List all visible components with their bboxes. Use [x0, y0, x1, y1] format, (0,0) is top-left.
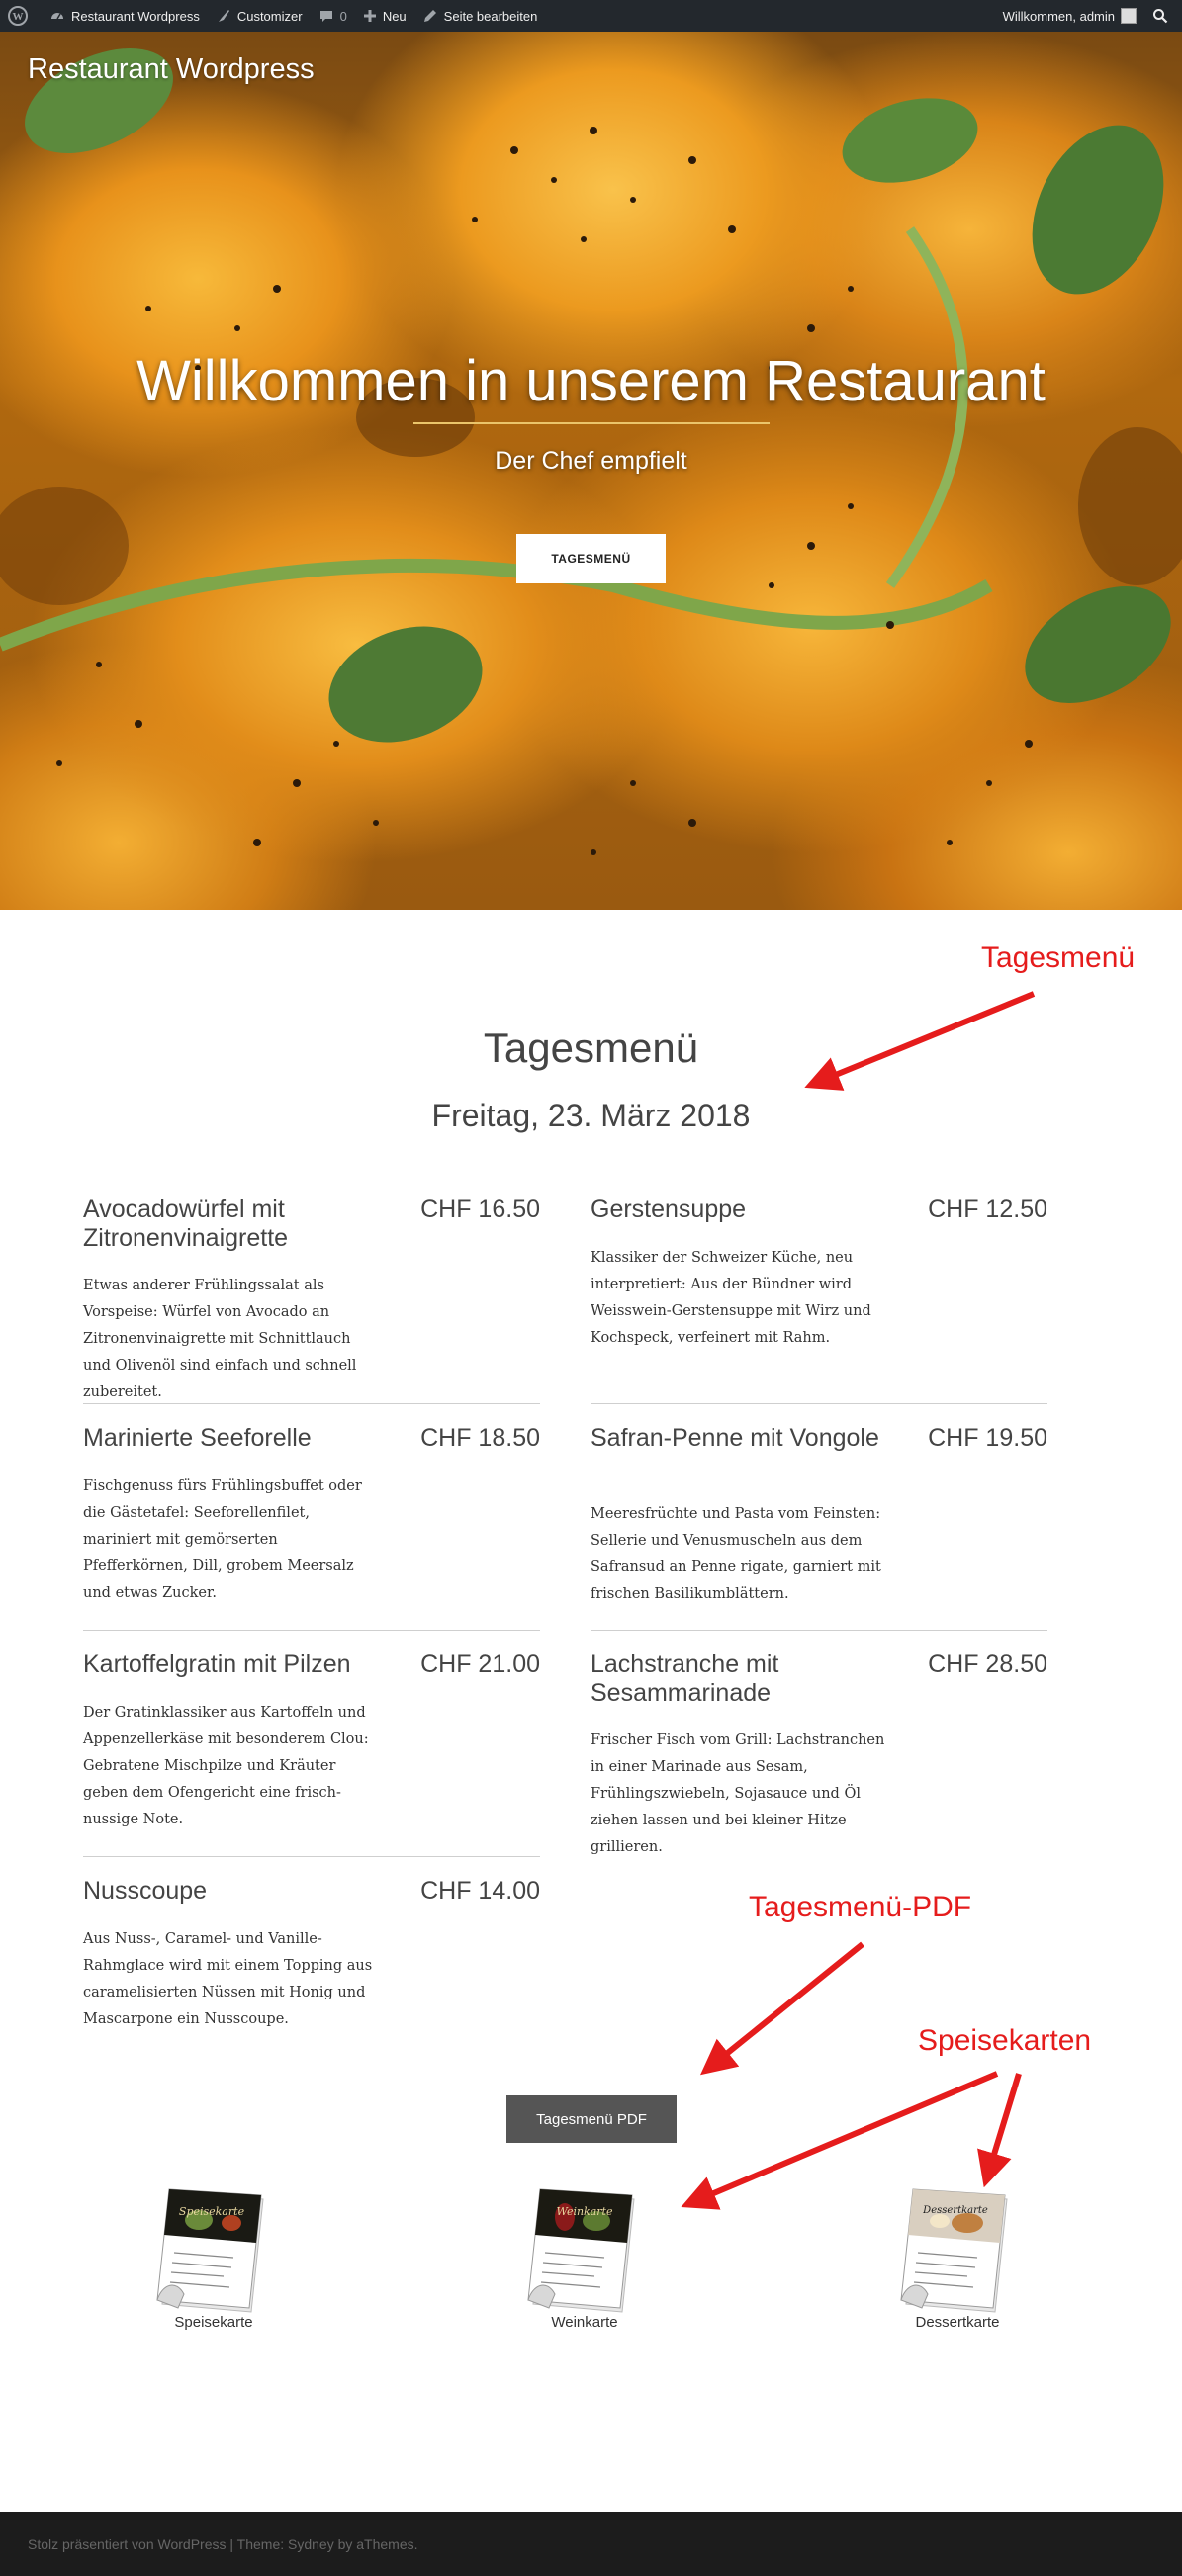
arrow-to-weinkarte — [681, 2071, 999, 2210]
footer-credits[interactable]: Stolz präsentiert von WordPress | Theme:… — [28, 2536, 418, 2552]
arrow-to-pdf-button — [699, 1941, 864, 2076]
arrow-to-dessertkarte — [977, 2073, 1022, 2188]
annotation-arrows — [681, 991, 1036, 2210]
arrow-to-menu-title — [804, 991, 1036, 1091]
site-footer: Stolz präsentiert von WordPress | Theme:… — [0, 2512, 1182, 2576]
